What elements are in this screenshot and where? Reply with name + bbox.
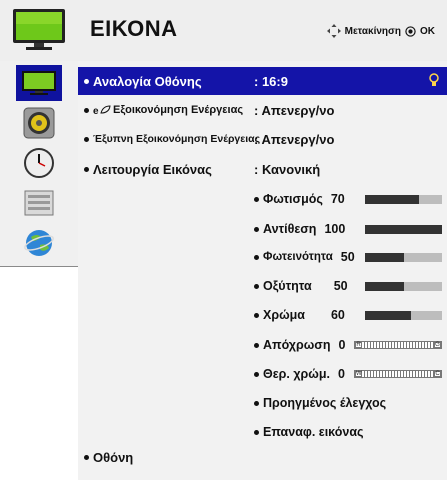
sidebar-item-options[interactable] (16, 185, 62, 221)
picture-menu-panel: Αναλογία Οθόνης : 16:9 e Εξοικονόμηση Εν… (78, 61, 447, 480)
clock-icon (24, 148, 54, 178)
move-arrows-icon (326, 24, 341, 38)
page-title: ΕΙΚΟΝΑ (90, 16, 178, 41)
tint-right-mark: G (434, 342, 441, 348)
menu-row-label: Οθόνη (93, 449, 134, 465)
slider-fill (365, 282, 404, 291)
slider-bar-contrast[interactable] (365, 225, 442, 234)
slider-label: Φωτεινότητα (263, 251, 333, 263)
category-sidebar (0, 61, 78, 266)
tint-left-mark: R (355, 342, 362, 348)
globe-network-icon (24, 230, 54, 256)
slider-sharpness[interactable]: Οξύτητα 50 (254, 273, 348, 299)
slider-bar-backlight[interactable] (365, 195, 442, 204)
audio-speaker-icon (23, 107, 55, 139)
slider-fill (365, 311, 412, 320)
slider-fill (365, 253, 404, 262)
slider-color-temperature[interactable]: Θερ. χρώμ. 0 (254, 361, 345, 387)
menu-item-label: Επαναφ. εικόνας (263, 425, 364, 439)
menu-item-picture-reset[interactable]: Επαναφ. εικόνας (254, 419, 364, 445)
menu-row-label: Εξοικονόμηση Ενέργειας (113, 104, 244, 116)
eco-leaf-icon: e (93, 105, 111, 115)
menu-row-label: Έξυπνη Εξοικονόμηση Ενέργειας (93, 133, 261, 145)
slider-brightness[interactable]: Φωτεινότητα 50 (254, 244, 355, 270)
menu-row-picture-mode[interactable]: Λειτουργία Εικόνας : Κανονική (78, 155, 447, 183)
slider-label: Φωτισμός (263, 192, 323, 206)
slider-value: 50 (340, 250, 355, 264)
options-box-icon (24, 190, 54, 216)
hint-ok-label: OK (420, 25, 435, 37)
menu-row-value: : Κανονική (254, 161, 321, 177)
slider-color[interactable]: Χρώμα 60 (254, 302, 345, 328)
menu-header: ΕΙΚΟΝΑ Μετακίνηση OK (0, 0, 447, 62)
slider-value: 0 (337, 367, 345, 381)
ctemp-right-mark: C (434, 371, 441, 377)
menu-row-energy-saving[interactable]: e Εξοικονόμηση Ενέργειας : Απενεργ/νο (78, 96, 447, 124)
slider-contrast[interactable]: Αντίθεση 100 (254, 216, 345, 242)
slider-label: Θερ. χρώμ. (263, 367, 330, 381)
sidebar-item-picture[interactable] (16, 65, 62, 101)
slider-label: Οξύτητα (263, 279, 312, 293)
slider-label: Απόχρωση (263, 338, 331, 352)
tv-icon (13, 9, 65, 50)
tint-bar[interactable]: R G (354, 341, 442, 349)
lightbulb-icon (429, 73, 439, 86)
menu-row-label: Λειτουργία Εικόνας (93, 161, 212, 177)
color-temperature-bar[interactable]: W C (354, 370, 442, 378)
slider-value: 60 (330, 308, 345, 322)
menu-item-label: Προηγμένος έλεγχος (263, 396, 387, 410)
slider-fill (365, 195, 419, 204)
sidebar-item-audio[interactable] (16, 105, 62, 141)
menu-row-value: : Απενεργ/νο (254, 131, 335, 147)
slider-fill (365, 225, 442, 234)
menu-item-advanced-control[interactable]: Προηγμένος έλεγχος (254, 390, 386, 416)
slider-value: 70 (330, 192, 345, 206)
menu-row-label: Αναλογία Οθόνης (93, 73, 202, 89)
ctemp-left-mark: W (355, 371, 362, 377)
svg-text:e: e (93, 106, 99, 115)
navigation-hint: Μετακίνηση OK (326, 24, 435, 38)
slider-label: Χρώμα (263, 308, 305, 322)
slider-backlight[interactable]: Φωτισμός 70 (254, 186, 345, 212)
menu-row-screen[interactable]: Οθόνη (78, 443, 447, 471)
slider-tint[interactable]: Απόχρωση 0 (254, 332, 345, 358)
slider-bar-brightness[interactable] (365, 253, 442, 262)
slider-bar-color[interactable] (365, 311, 442, 320)
menu-row-smart-energy-saving[interactable]: Έξυπνη Εξοικονόμηση Ενέργειας : Απενεργ/… (78, 125, 447, 153)
hint-move-label: Μετακίνηση (344, 25, 401, 37)
menu-row-aspect-ratio[interactable]: Αναλογία Οθόνης : 16:9 (78, 67, 447, 95)
menu-row-value: : Απενεργ/νο (254, 102, 335, 118)
picture-tv-icon (22, 71, 56, 95)
slider-bar-sharpness[interactable] (365, 282, 442, 291)
slider-value: 100 (324, 222, 346, 236)
ok-circle-icon (405, 25, 416, 37)
sidebar-item-time[interactable] (16, 145, 62, 181)
slider-value: 0 (338, 338, 346, 352)
slider-value: 50 (333, 279, 348, 293)
slider-label: Αντίθεση (263, 222, 317, 236)
menu-row-value: : 16:9 (254, 73, 288, 89)
sidebar-item-network[interactable] (16, 225, 62, 261)
